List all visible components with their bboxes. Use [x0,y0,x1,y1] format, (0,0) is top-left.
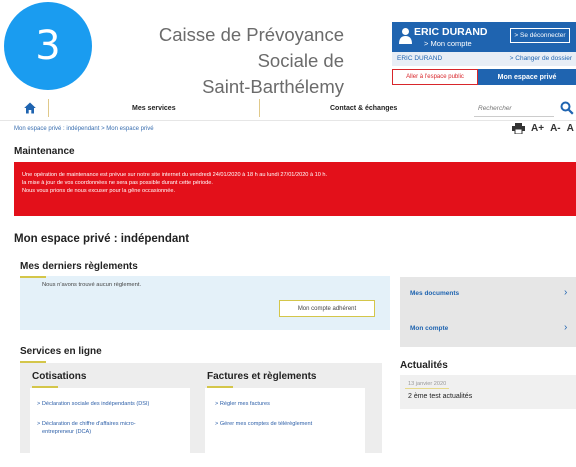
nav-divider [259,99,260,117]
font-reset-button[interactable]: A [567,123,574,134]
breadcrumb-current[interactable]: Mon espace privé [106,126,153,132]
news-date: 13 janvier 2020 [408,381,447,387]
change-file-link[interactable]: > Changer de dossier [510,55,572,62]
my-documents-link[interactable]: Mes documents › [400,277,576,312]
news-divider [405,388,449,389]
news-title: Actualités [400,360,448,371]
account-panel: ERIC DURAND > Mon compte > Se déconnecte… [392,22,576,85]
section-underline [20,361,46,363]
public-space-tab[interactable]: Aller à l'espace public [392,69,478,85]
site-title: Caisse de Prévoyance Sociale de Saint-Ba… [148,22,344,100]
dsi-link[interactable]: > Déclaration sociale des indépendants (… [37,400,149,408]
side-link-label: Mes documents [410,290,460,297]
space-tabs: Aller à l'espace public Mon espace privé [392,69,576,85]
print-icon[interactable] [512,123,525,134]
private-space-tab[interactable]: Mon espace privé [478,69,576,85]
news-item-link[interactable]: 2 ème test actualités [408,393,472,400]
maintenance-banner: Une opération de maintenance est prévue … [14,162,576,216]
maintenance-line: la mise à jour de vos coordonnées ne ser… [22,180,213,186]
contributions-title: Cotisations [32,371,87,382]
breadcrumb-private-space[interactable]: Mon espace privé : indépendant [14,126,99,132]
search-icon [560,101,574,115]
maintenance-title: Maintenance [14,146,75,157]
search-button[interactable] [557,98,576,118]
nav-contact[interactable]: Contact & échanges [330,105,397,112]
main-nav: Mes services Contact & échanges [0,97,576,121]
font-decrease-button[interactable]: A- [550,123,561,134]
site-title-line1: Caisse de Prévoyance Sociale de [158,24,344,71]
page-tools: A+ A- A [512,123,574,134]
my-account-side-link[interactable]: Mon compte › [400,312,576,347]
user-icon [399,28,412,44]
account-file-id: ERIC DURAND [397,55,443,62]
payments-section-title: Mes derniers règlements [20,261,138,272]
nav-divider [48,99,49,117]
home-icon[interactable] [24,102,36,114]
chevron-right-icon: › [564,322,568,333]
account-header: ERIC DURAND > Mon compte > Se déconnecte… [392,22,576,52]
manage-direct-debit-link[interactable]: > Gérer mes comptes de télérèglement [215,420,312,428]
account-file-bar: ERIC DURAND > Changer de dossier [392,52,576,66]
maintenance-line: Une opération de maintenance est prévue … [22,172,328,178]
step-badge: 3 [4,2,92,90]
dca-link[interactable]: > Déclaration de chiffre d'affaires micr… [37,420,136,436]
account-name[interactable]: ERIC DURAND [414,26,488,38]
pay-invoices-link[interactable]: > Régler mes factures [215,400,270,408]
logout-button[interactable]: > Se déconnecter [510,28,570,43]
nav-my-services[interactable]: Mes services [132,105,176,112]
invoices-title: Factures et règlements [207,371,317,382]
dca-link-line1: > Déclaration de chiffre d'affaires micr… [37,421,136,427]
maintenance-line: Nous vous prions de nous excuser pour la… [22,188,175,194]
online-services-title: Services en ligne [20,346,102,357]
my-account-link[interactable]: > Mon compte [424,39,472,48]
breadcrumb: Mon espace privé : indépendant > Mon esp… [14,126,154,132]
payments-empty-message: Nous n'avons trouvé aucun règlement. [42,282,142,288]
dca-link-line2: entrepreneur (DCA) [42,429,92,435]
side-link-label: Mon compte [410,325,449,332]
member-account-button[interactable]: Mon compte adhérent [279,300,375,317]
chevron-right-icon: › [564,287,568,298]
search-input[interactable] [474,101,554,117]
section-underline [20,276,46,278]
font-increase-button[interactable]: A+ [531,123,544,134]
page-title: Mon espace privé : indépendant [14,233,190,245]
